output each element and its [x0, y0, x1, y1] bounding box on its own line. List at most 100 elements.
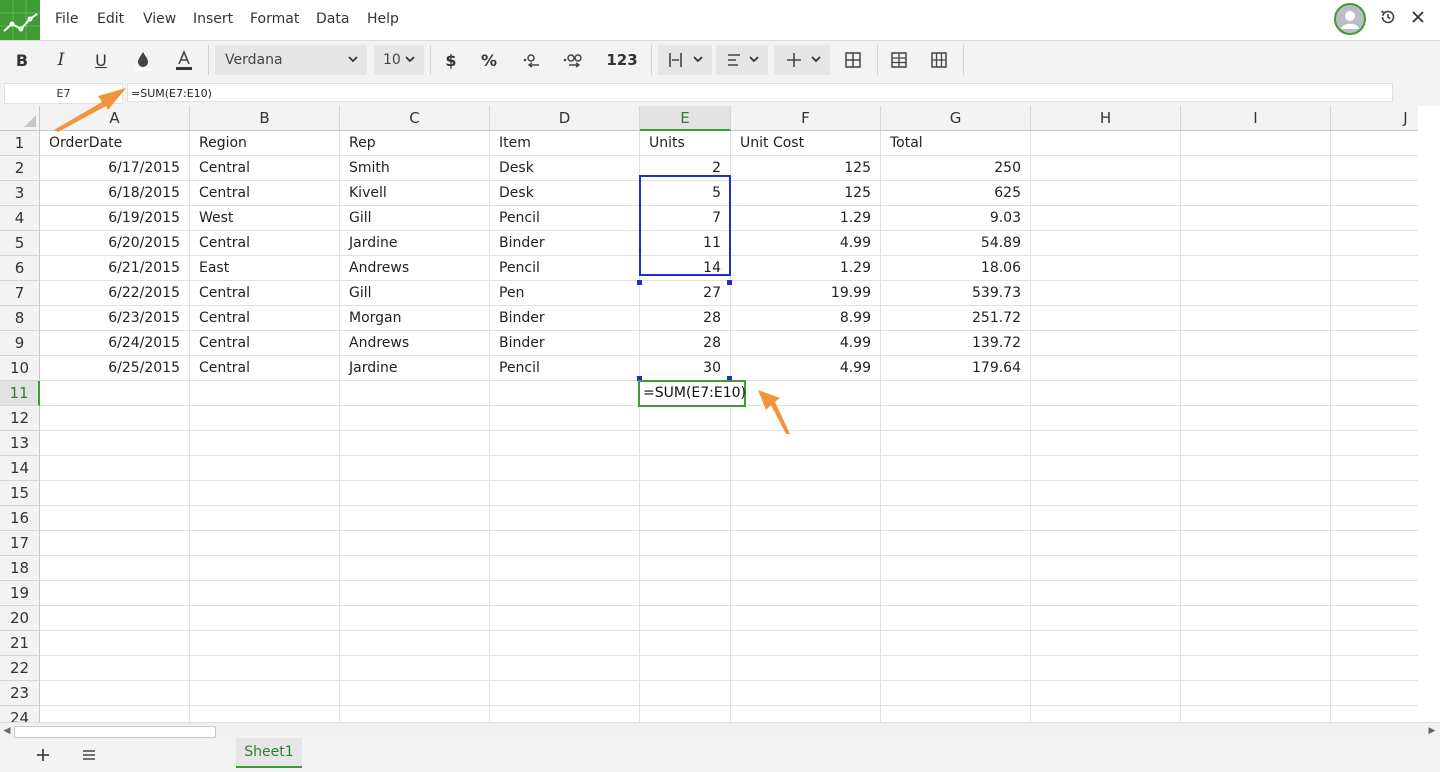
cell-g16[interactable]	[881, 506, 1031, 531]
cell-a13[interactable]	[40, 431, 190, 456]
currency-format-button[interactable]: $	[438, 41, 464, 79]
text-color-button[interactable]	[171, 41, 197, 79]
cell-b16[interactable]	[190, 506, 340, 531]
cell-g24[interactable]	[881, 706, 1031, 722]
insert-column-button[interactable]	[926, 41, 952, 79]
cell-f17[interactable]	[731, 531, 881, 556]
bold-button[interactable]: B	[9, 41, 35, 79]
cell-c4[interactable]: Gill	[340, 206, 490, 231]
underline-button[interactable]: U	[88, 41, 114, 79]
vertical-align-dropdown[interactable]	[774, 45, 830, 75]
cell-d18[interactable]	[490, 556, 640, 581]
cell-h9[interactable]	[1031, 331, 1181, 356]
cell-e8[interactable]: 28	[640, 306, 731, 331]
cell-h14[interactable]	[1031, 456, 1181, 481]
column-header-f[interactable]: F	[731, 106, 881, 131]
cell-c13[interactable]	[340, 431, 490, 456]
menu-file[interactable]: File	[55, 11, 78, 27]
text-align-dropdown[interactable]	[716, 45, 768, 75]
cell-f22[interactable]	[731, 656, 881, 681]
cell-c22[interactable]	[340, 656, 490, 681]
cell-i13[interactable]	[1181, 431, 1331, 456]
row-header-12[interactable]: 12	[0, 406, 40, 431]
cell-g11[interactable]	[881, 381, 1031, 406]
cell-editor-input[interactable]: =SUM(E7:E10)	[638, 380, 746, 407]
cell-h16[interactable]	[1031, 506, 1181, 531]
scroll-right-icon[interactable]: ▶	[1426, 725, 1438, 737]
cell-e5[interactable]: 11	[640, 231, 731, 256]
cell-a20[interactable]	[40, 606, 190, 631]
cell-c12[interactable]	[340, 406, 490, 431]
cell-g4[interactable]: 9.03	[881, 206, 1031, 231]
cell-g21[interactable]	[881, 631, 1031, 656]
cell-b13[interactable]	[190, 431, 340, 456]
row-header-1[interactable]: 1	[0, 131, 40, 156]
font-size-dropdown[interactable]: 10	[374, 45, 424, 75]
cell-j14[interactable]	[1331, 456, 1418, 481]
column-header-e[interactable]: E	[640, 106, 731, 131]
cell-b20[interactable]	[190, 606, 340, 631]
cell-d19[interactable]	[490, 581, 640, 606]
cell-g22[interactable]	[881, 656, 1031, 681]
cell-i6[interactable]	[1181, 256, 1331, 281]
cell-f15[interactable]	[731, 481, 881, 506]
cell-j6[interactable]	[1331, 256, 1418, 281]
cell-j5[interactable]	[1331, 231, 1418, 256]
cell-e10[interactable]: 30	[640, 356, 731, 381]
sheet-tab[interactable]: Sheet1	[236, 738, 302, 768]
cell-a1[interactable]: OrderDate	[40, 131, 190, 156]
cell-c5[interactable]: Jardine	[340, 231, 490, 256]
cell-g14[interactable]	[881, 456, 1031, 481]
column-header-d[interactable]: D	[490, 106, 640, 131]
cell-i20[interactable]	[1181, 606, 1331, 631]
cell-a3[interactable]: 6/18/2015	[40, 181, 190, 206]
cell-g20[interactable]	[881, 606, 1031, 631]
cell-i14[interactable]	[1181, 456, 1331, 481]
cell-j1[interactable]	[1331, 131, 1418, 156]
menu-edit[interactable]: Edit	[97, 11, 124, 27]
formula-input[interactable]: =SUM(E7:E10)	[127, 83, 1393, 102]
cell-j9[interactable]	[1331, 331, 1418, 356]
cell-b1[interactable]: Region	[190, 131, 340, 156]
cell-j7[interactable]	[1331, 281, 1418, 306]
row-header-9[interactable]: 9	[0, 331, 40, 356]
cell-i8[interactable]	[1181, 306, 1331, 331]
cell-i1[interactable]	[1181, 131, 1331, 156]
cell-d2[interactable]: Desk	[490, 156, 640, 181]
cell-h4[interactable]	[1031, 206, 1181, 231]
cell-h3[interactable]	[1031, 181, 1181, 206]
cell-j17[interactable]	[1331, 531, 1418, 556]
cell-f7[interactable]: 19.99	[731, 281, 881, 306]
cell-g18[interactable]	[881, 556, 1031, 581]
cell-f20[interactable]	[731, 606, 881, 631]
row-header-3[interactable]: 3	[0, 181, 40, 206]
cell-i3[interactable]	[1181, 181, 1331, 206]
row-header-6[interactable]: 6	[0, 256, 40, 281]
cell-g5[interactable]: 54.89	[881, 231, 1031, 256]
row-header-16[interactable]: 16	[0, 506, 40, 531]
row-header-11[interactable]: 11	[0, 381, 40, 406]
column-header-g[interactable]: G	[881, 106, 1031, 131]
cell-b22[interactable]	[190, 656, 340, 681]
cell-c6[interactable]: Andrews	[340, 256, 490, 281]
scroll-left-icon[interactable]: ◀	[1, 725, 13, 737]
cell-a8[interactable]: 6/23/2015	[40, 306, 190, 331]
cell-i12[interactable]	[1181, 406, 1331, 431]
cell-f8[interactable]: 8.99	[731, 306, 881, 331]
cell-f16[interactable]	[731, 506, 881, 531]
cell-b15[interactable]	[190, 481, 340, 506]
cell-c16[interactable]	[340, 506, 490, 531]
cell-a16[interactable]	[40, 506, 190, 531]
cell-g17[interactable]	[881, 531, 1031, 556]
increase-decimal-button[interactable]	[559, 41, 587, 79]
cell-h19[interactable]	[1031, 581, 1181, 606]
cell-i19[interactable]	[1181, 581, 1331, 606]
cell-a18[interactable]	[40, 556, 190, 581]
select-all-corner[interactable]	[0, 106, 40, 131]
cell-d21[interactable]	[490, 631, 640, 656]
cell-b19[interactable]	[190, 581, 340, 606]
cell-f3[interactable]: 125	[731, 181, 881, 206]
cell-g23[interactable]	[881, 681, 1031, 706]
cell-d15[interactable]	[490, 481, 640, 506]
horizontal-scroll-thumb[interactable]	[14, 726, 216, 738]
